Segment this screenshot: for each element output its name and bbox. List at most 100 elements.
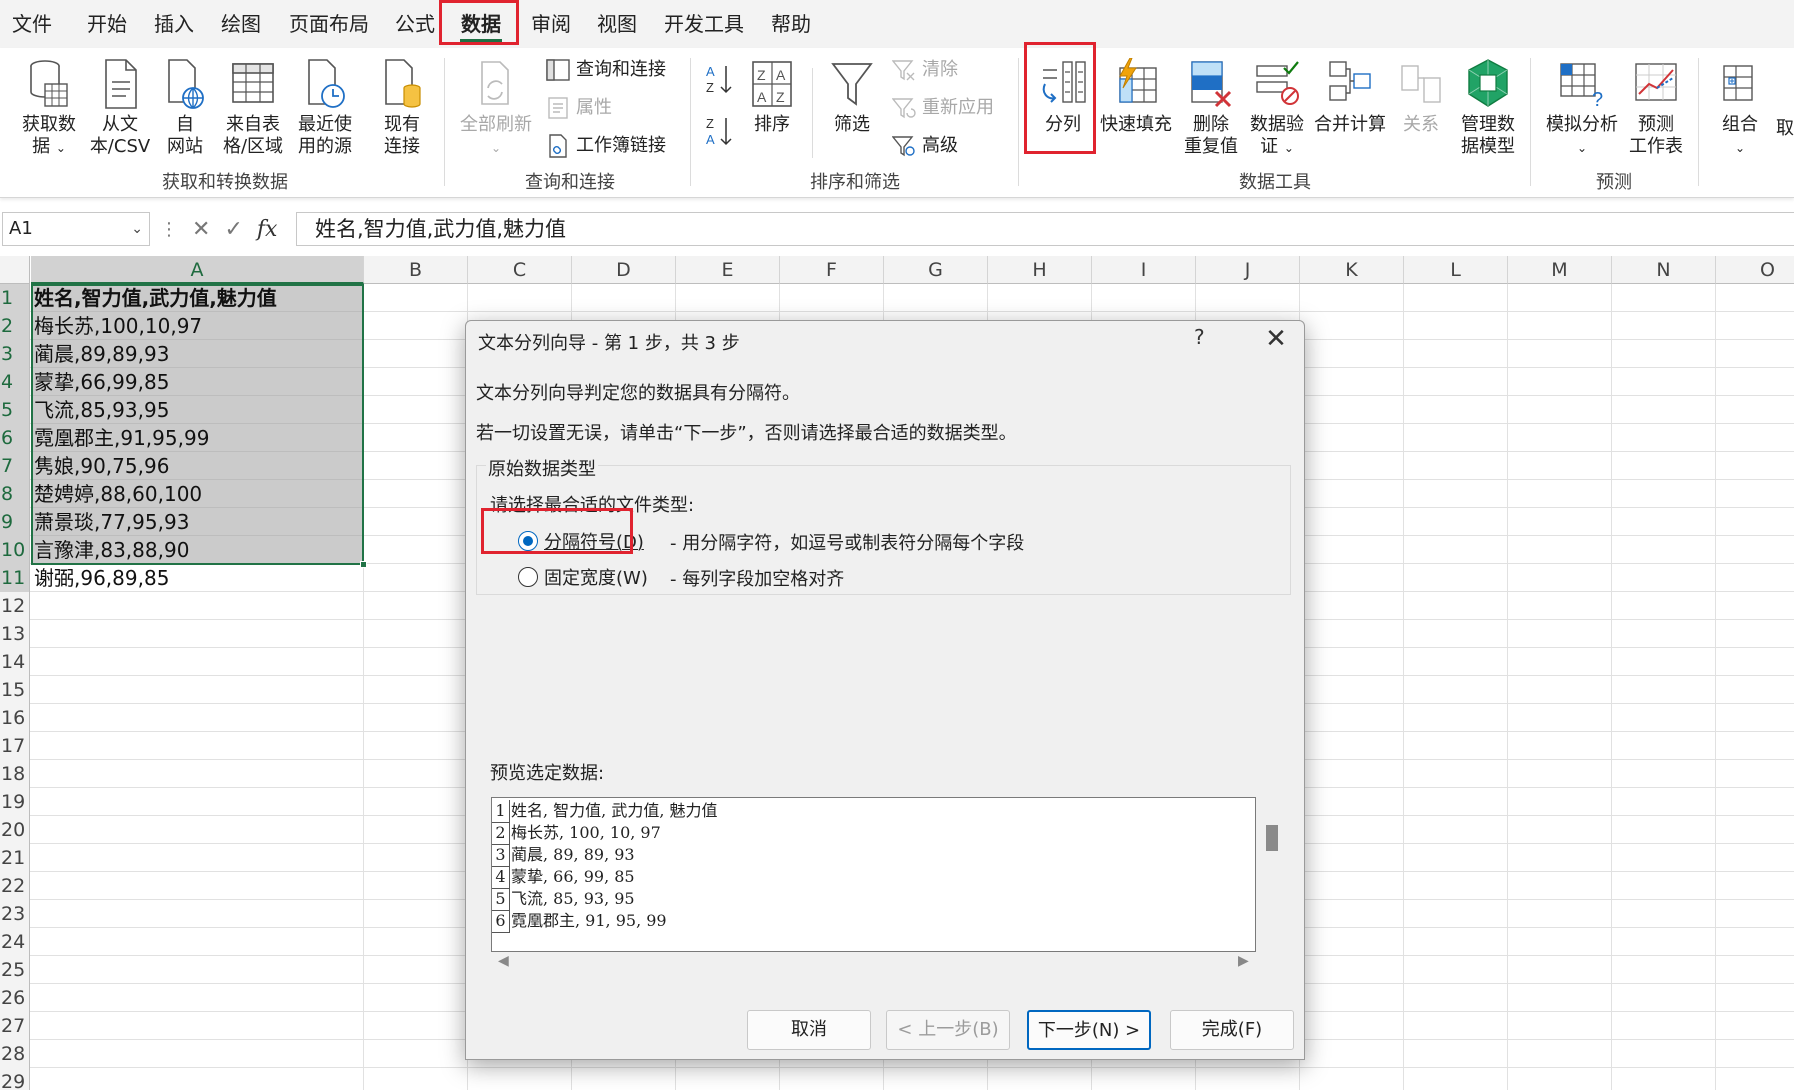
text-to-columns-button[interactable]: 分列: [1030, 58, 1096, 136]
row-header-4[interactable]: 4: [0, 368, 30, 396]
radio-fixed-width-dot[interactable]: [518, 567, 538, 587]
cell-a7[interactable]: 隽娘,90,75,96: [31, 452, 363, 480]
column-header-n[interactable]: N: [1612, 256, 1716, 284]
menu-insert[interactable]: 插入: [153, 6, 195, 42]
row-header-20[interactable]: 20: [0, 816, 30, 844]
confirm-edit-icon[interactable]: ✓: [224, 217, 242, 242]
fill-handle[interactable]: [360, 561, 367, 568]
clear-filter-button[interactable]: 清除: [892, 58, 958, 82]
cell-a6[interactable]: 霓凰郡主,91,95,99: [31, 424, 363, 452]
radio-fixed-width[interactable]: 固定宽度(W): [518, 564, 648, 590]
cancel-edit-icon[interactable]: ✕: [192, 217, 210, 242]
close-icon[interactable]: ✕: [1256, 321, 1296, 357]
cell-a10[interactable]: 言豫津,83,88,90: [31, 536, 363, 564]
recent-sources-button[interactable]: 最近使 用的源: [290, 58, 360, 158]
menu-home[interactable]: 开始: [86, 6, 128, 42]
row-header-7[interactable]: 7: [0, 452, 30, 480]
existing-connections-button[interactable]: 现有 连接: [370, 58, 434, 158]
group-button[interactable]: 组合 ⌄: [1712, 58, 1768, 159]
column-header-e[interactable]: E: [676, 256, 780, 284]
consolidate-button[interactable]: 合并计算: [1310, 58, 1390, 136]
properties-button[interactable]: 属性: [546, 96, 612, 120]
reapply-button[interactable]: 重新应用: [892, 96, 994, 120]
row-header-28[interactable]: 28: [0, 1040, 30, 1068]
menu-page-layout[interactable]: 页面布局: [287, 6, 371, 42]
row-header-24[interactable]: 24: [0, 928, 30, 956]
name-box[interactable]: A1 ⌄: [2, 212, 150, 246]
queries-connections-button[interactable]: 查询和连接: [546, 58, 666, 82]
row-header-9[interactable]: 9: [0, 508, 30, 536]
row-header-8[interactable]: 8: [0, 480, 30, 508]
column-header-j[interactable]: J: [1196, 256, 1300, 284]
cell-a4[interactable]: 蒙挚,66,99,85: [31, 368, 363, 396]
get-data-button[interactable]: 获取数 据 ⌄: [14, 58, 84, 159]
row-header-2[interactable]: 2: [0, 312, 30, 340]
cell-a3[interactable]: 蔺晨,89,89,93: [31, 340, 363, 368]
menu-file[interactable]: 文件: [12, 6, 52, 42]
chevron-down-icon[interactable]: ⌄: [131, 213, 143, 245]
remove-duplicates-button[interactable]: 删除 重复值: [1176, 58, 1246, 158]
flash-fill-button[interactable]: 快速填充: [1096, 58, 1176, 136]
column-header-b[interactable]: B: [364, 256, 468, 284]
relationships-button[interactable]: 关系: [1396, 58, 1446, 136]
refresh-all-button[interactable]: 全部刷新 ⌄: [456, 58, 536, 159]
from-text-csv-button[interactable]: 从文 本/CSV: [84, 58, 156, 158]
column-header-l[interactable]: L: [1404, 256, 1508, 284]
advanced-filter-button[interactable]: 高级: [892, 134, 958, 158]
menu-draw[interactable]: 绘图: [220, 6, 262, 42]
filter-button[interactable]: 筛选: [822, 58, 882, 136]
row-header-19[interactable]: 19: [0, 788, 30, 816]
menu-data[interactable]: 数据: [460, 6, 502, 42]
row-header-3[interactable]: 3: [0, 340, 30, 368]
scroll-left-icon[interactable]: ◀: [498, 953, 509, 969]
cell-a8[interactable]: 楚娉婷,88,60,100: [31, 480, 363, 508]
column-header-g[interactable]: G: [884, 256, 988, 284]
row-header-18[interactable]: 18: [0, 760, 30, 788]
cell-a11[interactable]: 谢弼,96,89,85: [31, 564, 363, 592]
row-header-21[interactable]: 21: [0, 844, 30, 872]
cell-a9[interactable]: 萧景琰,77,95,93: [31, 508, 363, 536]
row-header-1[interactable]: 1: [0, 284, 30, 312]
row-header-27[interactable]: 27: [0, 1012, 30, 1040]
scroll-right-icon[interactable]: ▶: [1238, 953, 1249, 969]
column-header-o[interactable]: O: [1716, 256, 1794, 284]
preview-vertical-scrollbar[interactable]: [1266, 825, 1278, 851]
help-icon[interactable]: ?: [1194, 325, 1205, 349]
row-header-29[interactable]: 29: [0, 1068, 30, 1090]
row-header-5[interactable]: 5: [0, 396, 30, 424]
row-header-11[interactable]: 11: [0, 564, 30, 592]
from-table-button[interactable]: 来自表 格/区域: [218, 58, 288, 158]
sort-desc-button[interactable]: ZA: [702, 114, 736, 154]
column-header-i[interactable]: I: [1092, 256, 1196, 284]
formula-input[interactable]: 姓名,智力值,武力值,魅力值: [296, 212, 1794, 246]
what-if-analysis-button[interactable]: ? 模拟分析 ⌄: [1540, 58, 1624, 159]
column-header-k[interactable]: K: [1300, 256, 1404, 284]
column-header-a[interactable]: A: [31, 256, 364, 284]
cell-a5[interactable]: 飞流,85,93,95: [31, 396, 363, 424]
menu-view[interactable]: 视图: [596, 6, 638, 42]
row-header-6[interactable]: 6: [0, 424, 30, 452]
ungroup-button-cut[interactable]: 取: [1774, 118, 1794, 140]
row-header-26[interactable]: 26: [0, 984, 30, 1012]
column-header-d[interactable]: D: [572, 256, 676, 284]
manage-data-model-button[interactable]: 管理数 据模型: [1450, 58, 1526, 158]
sort-button[interactable]: ZAAZ 排序: [746, 58, 798, 136]
row-header-23[interactable]: 23: [0, 900, 30, 928]
cell-a2[interactable]: 梅长苏,100,10,97: [31, 312, 363, 340]
row-header-12[interactable]: 12: [0, 592, 30, 620]
column-header-h[interactable]: H: [988, 256, 1092, 284]
radio-delimited[interactable]: 分隔符号(D): [518, 528, 644, 554]
menu-formulas[interactable]: 公式: [394, 6, 436, 42]
row-header-15[interactable]: 15: [0, 676, 30, 704]
menu-review[interactable]: 审阅: [530, 6, 572, 42]
sort-asc-button[interactable]: AZ: [702, 62, 736, 102]
row-header-10[interactable]: 10: [0, 536, 30, 564]
menu-developer[interactable]: 开发工具: [662, 6, 746, 42]
row-header-17[interactable]: 17: [0, 732, 30, 760]
column-header-f[interactable]: F: [780, 256, 884, 284]
workbook-links-button[interactable]: 工作簿链接: [546, 134, 666, 158]
from-web-button[interactable]: 自 网站: [160, 58, 210, 158]
finish-button[interactable]: 完成(F): [1170, 1010, 1294, 1050]
row-header-22[interactable]: 22: [0, 872, 30, 900]
row-header-25[interactable]: 25: [0, 956, 30, 984]
